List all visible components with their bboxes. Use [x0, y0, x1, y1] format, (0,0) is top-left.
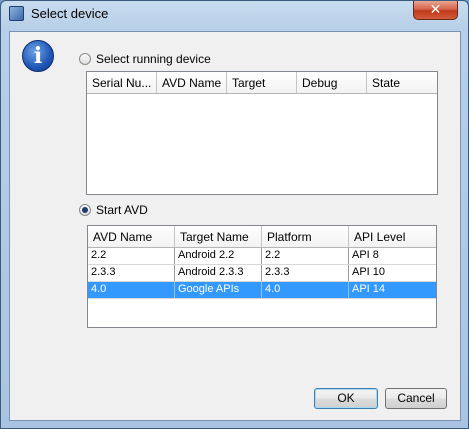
- platform-cell: 2.2: [262, 248, 349, 264]
- avd-name-cell: 2.2: [88, 248, 175, 264]
- title-bar[interactable]: Select device ✕: [1, 1, 468, 27]
- running-table-header: Serial Nu... AVD Name Target Debug State: [87, 72, 437, 94]
- avd-row[interactable]: 2.3.3 Android 2.3.3 2.3.3 API 10: [88, 265, 436, 282]
- cancel-button[interactable]: Cancel: [385, 388, 447, 409]
- start-avd-radio[interactable]: [79, 204, 91, 216]
- target-name-cell: Android 2.3.3: [175, 265, 262, 281]
- info-icon: i: [22, 40, 54, 72]
- select-device-dialog: Select device ✕ i Select running device …: [0, 0, 469, 429]
- target-name-cell: Android 2.2: [175, 248, 262, 264]
- close-button[interactable]: ✕: [413, 1, 458, 20]
- api-level-cell: API 8: [352, 249, 379, 261]
- dialog-body: i Select running device Serial Nu... AVD…: [9, 31, 461, 421]
- running-devices-table[interactable]: Serial Nu... AVD Name Target Debug State: [86, 71, 438, 195]
- api-level-cell: API 14: [352, 283, 386, 295]
- avd-table-header: AVD Name Target Name Platform API Level: [88, 226, 436, 248]
- window-title: Select device: [31, 6, 109, 21]
- col-avd-name[interactable]: AVD Name: [88, 226, 175, 247]
- start-avd-label: Start AVD: [96, 203, 148, 217]
- running-device-radio[interactable]: [79, 53, 91, 65]
- col-platform[interactable]: Platform: [262, 226, 349, 247]
- device-icon: [9, 6, 24, 21]
- avd-row[interactable]: 2.2 Android 2.2 2.2 API 8: [88, 248, 436, 265]
- col-target-name[interactable]: Target Name: [175, 226, 262, 247]
- col-avd-name[interactable]: AVD Name: [157, 72, 227, 93]
- avd-table[interactable]: AVD Name Target Name Platform API Level …: [87, 225, 437, 328]
- start-avd-option[interactable]: Start AVD: [79, 203, 148, 217]
- avd-name-cell: 4.0: [88, 282, 175, 298]
- platform-cell: 2.3.3: [262, 265, 349, 281]
- col-serial-number[interactable]: Serial Nu...: [87, 72, 157, 93]
- running-device-label: Select running device: [96, 52, 211, 66]
- avd-row-selected[interactable]: 4.0 Google APIs 4.0 API 14: [88, 282, 436, 299]
- ok-button[interactable]: OK: [314, 388, 378, 409]
- avd-name-cell: 2.3.3: [88, 265, 175, 281]
- col-api-level[interactable]: API Level: [349, 226, 436, 247]
- running-device-option[interactable]: Select running device: [79, 52, 211, 66]
- target-name-cell: Google APIs: [175, 282, 262, 298]
- api-level-cell: API 10: [352, 266, 386, 278]
- col-target[interactable]: Target: [227, 72, 297, 93]
- platform-cell: 4.0: [262, 282, 349, 298]
- col-state[interactable]: State: [367, 72, 437, 93]
- close-icon: ✕: [429, 1, 442, 17]
- col-debug[interactable]: Debug: [297, 72, 367, 93]
